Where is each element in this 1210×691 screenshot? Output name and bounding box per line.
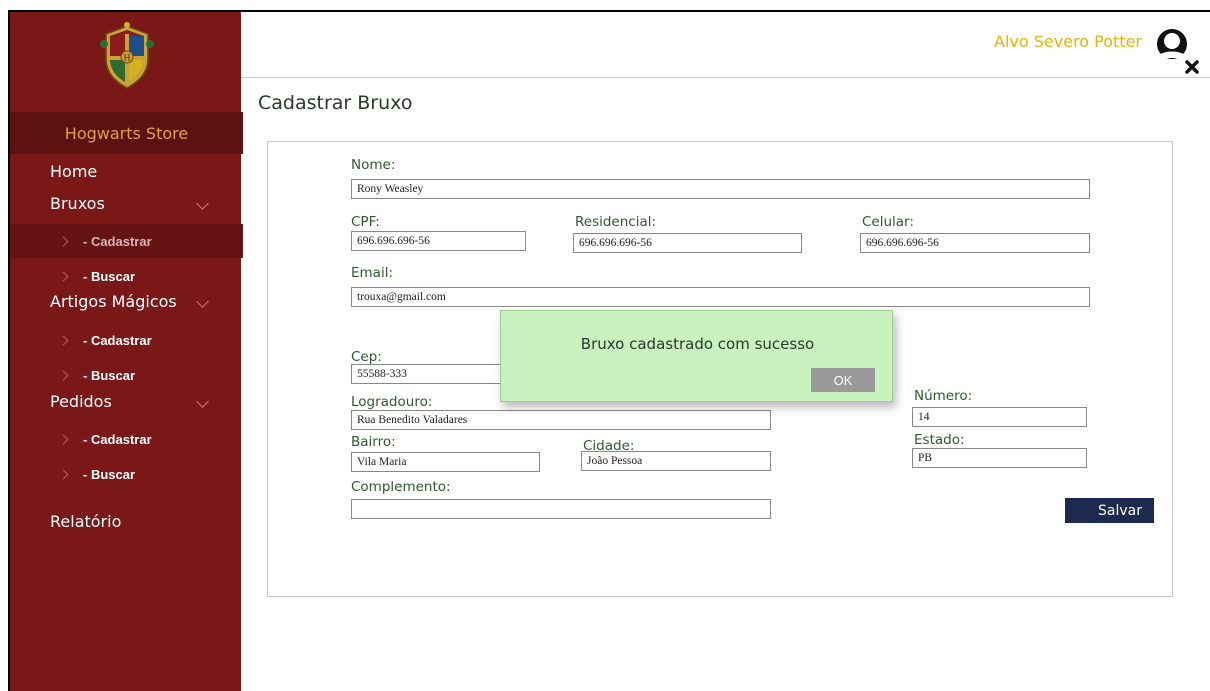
chevron-down-icon[interactable] bbox=[196, 295, 209, 308]
cpf-label: CPF: bbox=[351, 214, 380, 230]
chevron-right-icon bbox=[58, 335, 69, 345]
nav-pedidos[interactable]: Pedidos bbox=[50, 392, 112, 411]
celular-input[interactable]: 696.696.696-56 bbox=[860, 233, 1090, 253]
success-dialog: Bruxo cadastrado com sucesso OK bbox=[500, 310, 893, 402]
nav-pedidos-buscar[interactable]: - Buscar bbox=[10, 457, 243, 491]
hogwarts-crest-icon: H bbox=[100, 22, 154, 89]
nav-bruxos-buscar[interactable]: - Buscar bbox=[10, 259, 243, 293]
cep-input[interactable]: 55588-333 bbox=[351, 364, 511, 384]
nav-bruxos[interactable]: Bruxos bbox=[50, 194, 105, 213]
complemento-label: Complemento: bbox=[351, 479, 451, 495]
chevron-right-icon bbox=[58, 434, 69, 444]
cidade-input[interactable]: João Pessoa bbox=[581, 451, 771, 471]
nav-pedidos-cadastrar[interactable]: - Cadastrar bbox=[10, 422, 243, 456]
email-label: Email: bbox=[351, 265, 394, 281]
page-title: Cadastrar Bruxo bbox=[258, 92, 413, 114]
nome-label: Nome: bbox=[351, 157, 396, 173]
top-header: Alvo Severo Potter bbox=[241, 10, 1210, 78]
nav-item-label: - Buscar bbox=[83, 367, 136, 383]
app-frame: H Hogwarts Store Home Bruxos - Cadastrar… bbox=[0, 0, 1210, 691]
residencial-input[interactable]: 696.696.696-56 bbox=[573, 233, 802, 253]
user-name[interactable]: Alvo Severo Potter bbox=[994, 32, 1142, 51]
nav-item-label: - Buscar bbox=[83, 466, 136, 482]
chevron-right-icon bbox=[58, 370, 69, 380]
residencial-label: Residencial: bbox=[575, 214, 657, 230]
nav-artigos-magicos[interactable]: Artigos Mágicos bbox=[50, 292, 177, 311]
logradouro-label: Logradouro: bbox=[351, 394, 433, 410]
nav-item-label: - Cadastrar bbox=[83, 233, 152, 249]
chevron-right-icon bbox=[58, 271, 69, 281]
numero-input[interactable]: 14 bbox=[912, 407, 1087, 427]
nav-item-label: - Cadastrar bbox=[83, 431, 152, 447]
logradouro-input[interactable]: Rua Benedito Valadares bbox=[351, 410, 771, 430]
close-x-icon[interactable] bbox=[1185, 60, 1199, 74]
chevron-down-icon[interactable] bbox=[196, 395, 209, 408]
user-avatar-icon[interactable] bbox=[1150, 24, 1200, 74]
celular-label: Celular: bbox=[862, 214, 914, 230]
nav-relatorio[interactable]: Relatório bbox=[50, 512, 121, 531]
cpf-input[interactable]: 696.696.696-56 bbox=[351, 231, 526, 251]
chevron-right-icon bbox=[58, 236, 69, 246]
dialog-message: Bruxo cadastrado com sucesso bbox=[580, 335, 815, 353]
bairro-input[interactable]: Vila Maria bbox=[351, 452, 540, 472]
bairro-label: Bairro: bbox=[351, 434, 396, 450]
save-button[interactable]: Salvar bbox=[1065, 498, 1154, 523]
cep-label: Cep: bbox=[351, 349, 382, 365]
ok-button[interactable]: OK bbox=[811, 368, 875, 392]
nav-artigos-buscar[interactable]: - Buscar bbox=[10, 358, 243, 392]
chevron-down-icon[interactable] bbox=[196, 197, 209, 210]
sidebar: H Hogwarts Store Home Bruxos - Cadastrar… bbox=[8, 10, 243, 691]
nav-item-label: - Cadastrar bbox=[83, 332, 152, 348]
brand-title: Hogwarts Store bbox=[10, 112, 243, 154]
email-input[interactable]: trouxa@gmail.com bbox=[351, 287, 1090, 307]
numero-label: Número: bbox=[914, 388, 973, 404]
nav-artigos-cadastrar[interactable]: - Cadastrar bbox=[10, 323, 243, 357]
svg-text:H: H bbox=[124, 54, 131, 63]
estado-input[interactable]: PB bbox=[912, 448, 1087, 468]
chevron-right-icon bbox=[58, 469, 69, 479]
nav-bruxos-cadastrar[interactable]: - Cadastrar bbox=[10, 224, 243, 258]
nav-home[interactable]: Home bbox=[50, 162, 97, 181]
complemento-input[interactable] bbox=[351, 499, 771, 519]
nav-item-label: - Buscar bbox=[83, 268, 136, 284]
estado-label: Estado: bbox=[914, 432, 965, 448]
nome-input[interactable]: Rony Weasley bbox=[351, 179, 1090, 199]
